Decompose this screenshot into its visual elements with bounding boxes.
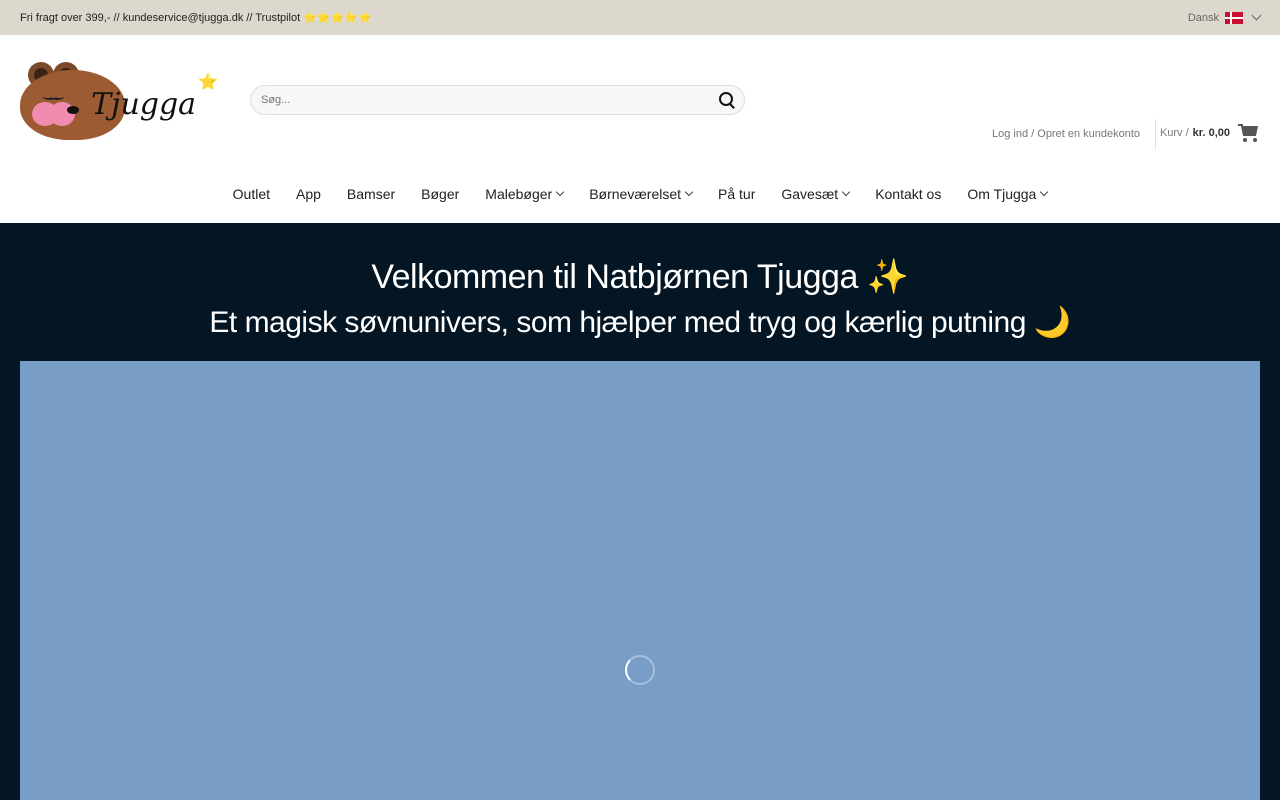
nav-item-bornevaerelset[interactable]: Børneværelset [589,186,694,202]
logo-text: Tjugga [91,86,197,122]
main-nav: Outlet App Bamser Bøger Malebøger Børnev… [0,165,1280,223]
hero-section: Velkommen til Natbjørnen Tjugga ✨ Et mag… [0,223,1280,800]
hero-title: Velkommen til Natbjørnen Tjugga ✨ [371,258,909,296]
chevron-down-icon [555,187,565,197]
language-label: Dansk [1187,11,1219,24]
nav-item-kontakt[interactable]: Kontakt os [875,186,941,202]
nav-item-om-tjugga[interactable]: Om Tjugga [967,186,1049,202]
video-player[interactable] [20,361,1260,800]
header-divider [1155,119,1156,149]
language-selector[interactable]: Dansk [1187,10,1262,24]
cart-label: Kurv / [1159,127,1189,139]
cart-icon [1238,123,1260,143]
chevron-down-icon [1251,10,1262,21]
nav-item-outlet[interactable]: Outlet [233,186,270,202]
top-bar: Fri fragt over 399,- // kundeservice@tju… [0,0,1280,35]
login-link[interactable]: Log ind / Opret en kundekonto [992,128,1140,140]
hero-subtitle: Et magisk søvnunivers, som hjælper med t… [209,306,1071,339]
nav-item-pa-tur[interactable]: På tur [718,186,755,202]
chevron-down-icon [684,187,694,197]
bear-logo-icon [20,60,125,140]
danish-flag-icon [1225,11,1243,24]
search-bar [250,85,745,115]
nav-item-bamser[interactable]: Bamser [347,186,395,202]
topbar-info-text: Fri fragt over 399,- // kundeservice@tju… [20,12,372,24]
header: Tjugga ⭐ Log ind / Opret en kundekonto K… [0,35,1280,165]
nav-item-gavesaet[interactable]: Gavesæt [781,186,851,202]
nav-item-maleboger[interactable]: Malebøger [485,186,565,202]
chevron-down-icon [1040,187,1049,197]
search-input[interactable] [261,94,718,106]
chevron-down-icon [841,187,851,197]
cart-amount: kr. 0,00 [1192,127,1230,139]
cart-button[interactable]: Kurv / kr. 0,00 [1160,123,1260,143]
nav-item-app[interactable]: App [296,186,321,202]
loading-spinner-icon [625,655,655,685]
star-icon: ⭐ [198,74,218,91]
logo[interactable]: Tjugga ⭐ [20,55,220,145]
search-icon[interactable] [718,91,736,109]
nav-item-boger[interactable]: Bøger [421,186,459,202]
